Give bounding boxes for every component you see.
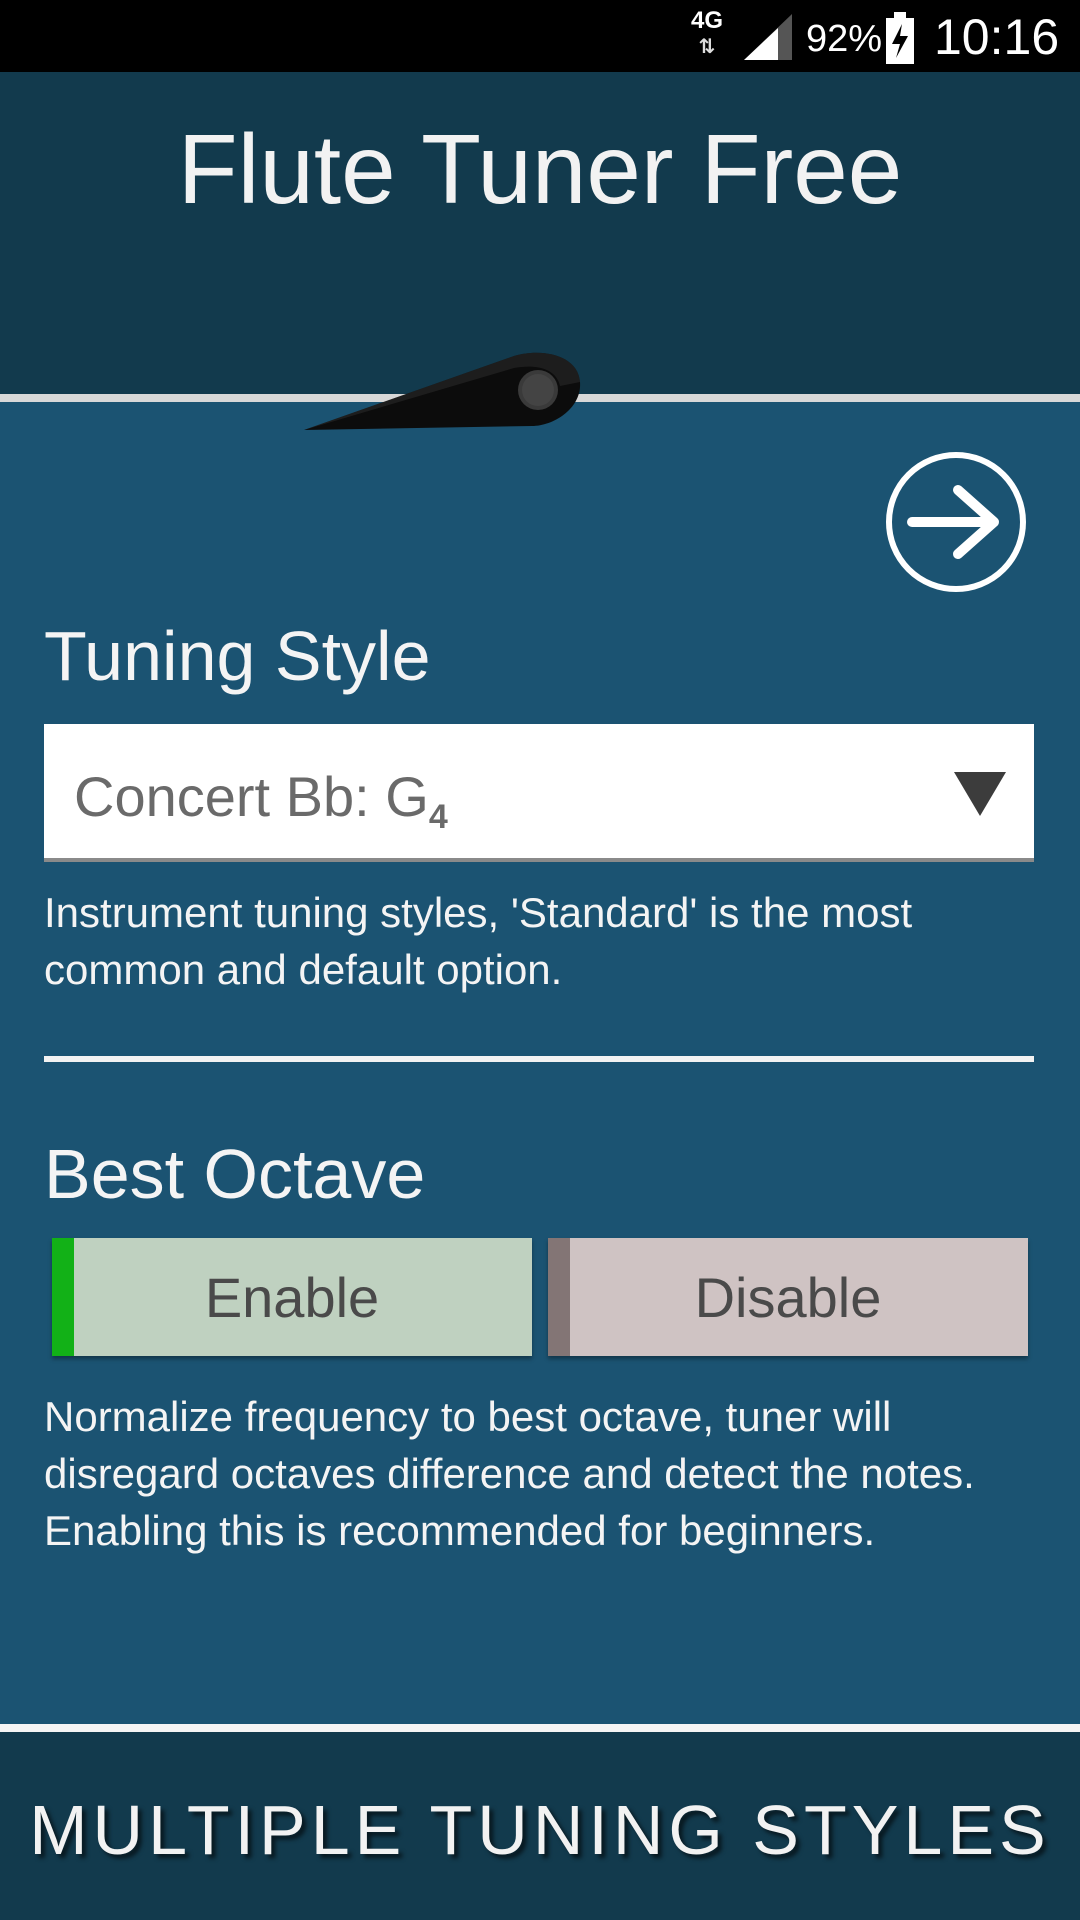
tuning-style-description: Instrument tuning styles, 'Standard' is … [44, 889, 913, 993]
clock: 10:16 [934, 9, 1060, 65]
disable-label: Disable [694, 1265, 882, 1329]
best-octave-description: Normalize frequency to best octave, tune… [44, 1393, 975, 1554]
enable-indicator [52, 1238, 74, 1356]
disable-indicator [548, 1238, 570, 1356]
battery-charging-icon [886, 12, 914, 64]
battery-percent: 92% [806, 18, 883, 60]
tuning-style-dropdown[interactable]: Concert Bb: G4 [44, 724, 1034, 862]
disable-button[interactable]: Disable [548, 1238, 1028, 1356]
next-button[interactable] [886, 452, 1026, 592]
footer-text: MULTIPLE TUNING STYLES [29, 1791, 1051, 1869]
network-indicator: 4G ⇅ [686, 8, 728, 64]
enable-label: Enable [204, 1265, 380, 1329]
best-octave-title: Best Octave [44, 1135, 426, 1213]
network-type: 4G [690, 7, 723, 34]
status-bar: 4G ⇅ 92% 10:16 [0, 0, 1080, 72]
data-arrows-icon: ⇅ [698, 36, 716, 58]
tuning-style-selected: Concert Bb: G4 [74, 765, 448, 836]
footer-divider [0, 1724, 1080, 1732]
section-divider [44, 1056, 1034, 1062]
signal-strength-icon [744, 14, 792, 60]
app-title: Flute Tuner Free [177, 114, 903, 224]
caret-down-icon [954, 772, 1006, 816]
tuner-needle-icon [304, 352, 581, 430]
arrow-right-icon [907, 485, 999, 559]
enable-button[interactable]: Enable [52, 1238, 532, 1356]
tuning-style-title: Tuning Style [44, 617, 431, 695]
